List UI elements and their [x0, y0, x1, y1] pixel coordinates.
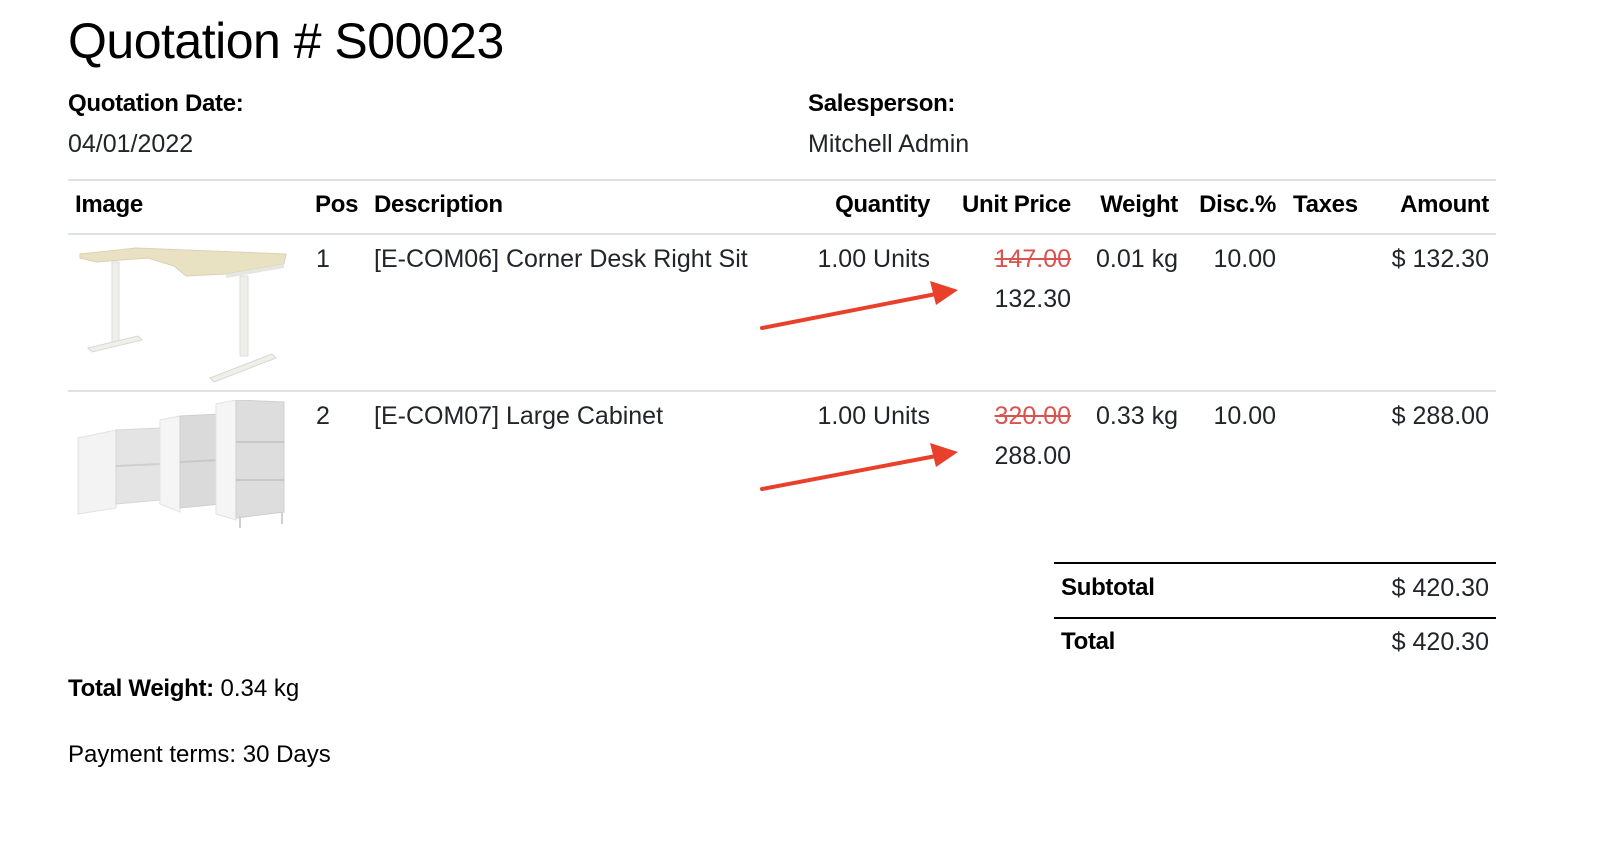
table-header-divider [68, 233, 1496, 235]
row-weight: 0.01 kg [1095, 245, 1178, 273]
total-label: Total [1061, 628, 1116, 655]
quotation-date-label: Quotation Date: [68, 90, 244, 117]
row-description: [E-COM06] Corner Desk Right Sit [374, 245, 748, 273]
total-value: $ 420.30 [1391, 628, 1489, 656]
total-divider [1054, 617, 1496, 619]
row-discounted-price: 132.30 [994, 285, 1071, 313]
row-discounted-price: 288.00 [994, 442, 1071, 470]
row-divider [68, 390, 1496, 392]
salesperson-value: Mitchell Admin [808, 130, 970, 158]
subtotal-label: Subtotal [1061, 574, 1155, 601]
row-pos: 1 [316, 245, 330, 273]
payment-terms: Payment terms: 30 Days [68, 741, 331, 768]
header-amount: Amount [1400, 191, 1489, 218]
total-weight: Total Weight: 0.34 kg [68, 675, 299, 703]
header-unit-price: Unit Price [961, 191, 1071, 218]
row-description: [E-COM07] Large Cabinet [374, 402, 664, 430]
row-quantity: 1.00 Units [817, 245, 930, 273]
arrow-icon [760, 281, 958, 330]
row-original-price: 147.00 [994, 245, 1071, 273]
row-discount: 10.00 [1213, 402, 1276, 430]
header-discount: Disc.% [1199, 191, 1276, 218]
header-weight: Weight [1100, 191, 1178, 218]
table-top-divider [68, 179, 1496, 181]
total-weight-label: Total Weight: [68, 675, 214, 702]
arrow-icon [760, 443, 958, 491]
subtotal-value: $ 420.30 [1391, 574, 1489, 602]
subtotal-divider [1054, 562, 1496, 564]
salesperson-label: Salesperson: [808, 90, 956, 117]
row-discount: 10.00 [1213, 245, 1276, 273]
page-title: Quotation # S00023 [68, 13, 504, 69]
corner-desk-image [79, 247, 287, 383]
header-pos: Pos [315, 191, 359, 218]
row-weight: 0.33 kg [1095, 402, 1178, 430]
header-taxes: Taxes [1293, 191, 1358, 218]
row-amount: $ 288.00 [1391, 402, 1489, 430]
quotation-date-value: 04/01/2022 [68, 130, 194, 158]
row-quantity: 1.00 Units [817, 402, 930, 430]
large-cabinet-image [77, 400, 285, 528]
row-pos: 2 [316, 402, 330, 430]
header-image: Image [75, 191, 143, 218]
row-original-price: 320.00 [994, 402, 1071, 430]
row-amount: $ 132.30 [1391, 245, 1489, 273]
total-weight-value: 0.34 kg [213, 675, 300, 702]
header-description: Description [374, 191, 503, 218]
header-quantity: Quantity [835, 191, 930, 218]
